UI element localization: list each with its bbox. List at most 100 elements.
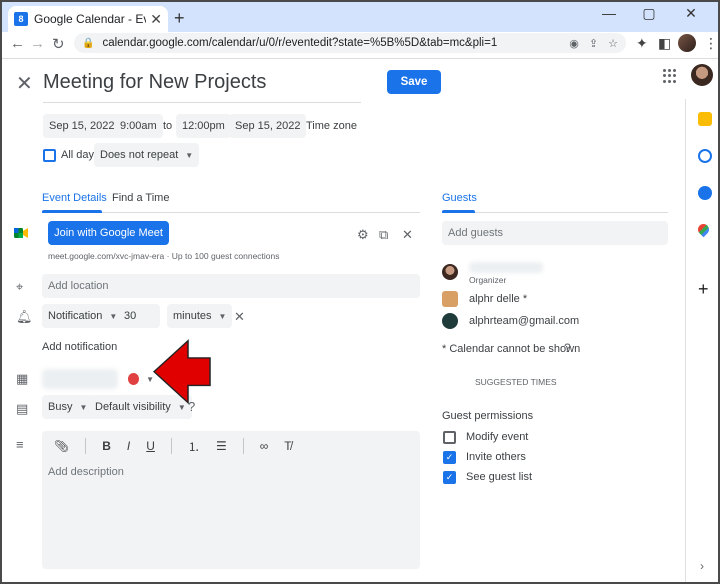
help-icon[interactable]: ? xyxy=(564,341,571,355)
back-arrow-icon[interactable]: ← xyxy=(10,35,25,52)
tab-close-icon[interactable]: ✕ xyxy=(150,11,162,28)
notification-unit-value: minutes xyxy=(173,310,212,322)
add-notification-button[interactable]: Add notification xyxy=(42,341,117,353)
attachment-icon[interactable]: 📎︎ xyxy=(54,439,69,453)
modify-event-checkbox[interactable] xyxy=(443,431,456,444)
red-arrow-annotation xyxy=(152,339,211,405)
guest-permissions-title: Guest permissions xyxy=(442,410,534,422)
calendar-favicon-icon: 8 xyxy=(14,12,28,26)
link-icon[interactable]: ∞ xyxy=(260,439,269,453)
new-tab-button[interactable]: + xyxy=(174,8,185,29)
guests-tab-indicator xyxy=(442,210,475,213)
tab-find-a-time[interactable]: Find a Time xyxy=(112,192,169,204)
repeat-select[interactable]: Does not repeat ▼ xyxy=(94,143,200,167)
remove-meet-close-icon[interactable]: ✕ xyxy=(402,227,413,243)
keep-icon[interactable] xyxy=(698,112,712,126)
organizer-name-blurred xyxy=(469,262,543,273)
tab-title: Google Calendar - Event details xyxy=(34,12,146,26)
contacts-icon[interactable] xyxy=(698,186,712,200)
bold-icon[interactable]: B xyxy=(102,439,111,453)
underline-icon[interactable]: U xyxy=(146,439,155,453)
toolbar-divider xyxy=(170,438,172,454)
star-icon[interactable]: ☆ xyxy=(608,37,618,50)
active-tab-indicator xyxy=(42,210,102,213)
address-bar[interactable]: 🔒 calendar.google.com/calendar/u/0/r/eve… xyxy=(74,33,626,53)
notification-type-value: Notification xyxy=(48,310,103,322)
availability-value: Busy xyxy=(48,401,73,413)
calendar-select-blurred[interactable] xyxy=(42,369,118,389)
clear-formatting-icon[interactable]: T̸ xyxy=(284,439,291,453)
meet-link[interactable]: meet.google.com/xvc-jmav-era · Up to 100… xyxy=(48,251,280,261)
forward-arrow-icon[interactable]: → xyxy=(30,35,45,52)
toolbar-divider xyxy=(242,438,244,454)
url-text: calendar.google.com/calendar/u/0/r/event… xyxy=(102,37,498,49)
browser-toolbar: ← → ↻ 🔒 calendar.google.com/calendar/u/0… xyxy=(2,32,718,56)
description-lines-icon: ≡ xyxy=(16,437,24,452)
join-google-meet-button[interactable]: Join with Google Meet xyxy=(48,221,169,245)
guests-title: Guests xyxy=(442,192,477,204)
description-placeholder: Add description xyxy=(48,466,124,478)
minimize-icon[interactable]: — xyxy=(592,5,626,21)
permission-label: Modify event xyxy=(466,431,529,443)
notification-type-select[interactable]: Notification ▼ xyxy=(42,304,124,328)
dropdown-caret-icon: ▼ xyxy=(109,311,118,321)
toolbar-divider xyxy=(85,438,87,454)
all-day-label: All day xyxy=(61,149,95,161)
end-time-field[interactable]: 12:00pm xyxy=(176,114,231,138)
start-date-field[interactable]: Sep 15, 2022 xyxy=(43,114,121,138)
remove-notification-close-icon[interactable]: ✕ xyxy=(234,309,245,325)
event-title-input[interactable]: Meeting for New Projects xyxy=(43,71,361,103)
apps-grid-icon[interactable] xyxy=(663,69,677,83)
notification-unit-select[interactable]: minutes ▼ xyxy=(167,304,233,328)
more-menu-icon[interactable]: ⋮ xyxy=(704,35,718,52)
permission-label: Invite others xyxy=(466,451,526,463)
organizer-avatar xyxy=(442,264,458,280)
save-button[interactable]: Save xyxy=(387,70,441,94)
suggested-times-button[interactable]: SUGGESTED TIMES xyxy=(475,377,557,387)
all-day-checkbox[interactable] xyxy=(43,149,56,162)
reload-icon[interactable]: ↻ xyxy=(52,35,65,53)
team-avatar xyxy=(442,313,458,329)
tasks-icon[interactable] xyxy=(698,149,712,163)
end-date-field[interactable]: Sep 15, 2022 xyxy=(229,114,307,138)
availability-select[interactable]: Busy ▼ xyxy=(42,395,94,419)
share-icon[interactable]: ⇪ xyxy=(589,37,598,50)
browser-window: 8 Google Calendar - Event details ✕ + — … xyxy=(0,0,720,584)
location-pin-icon: ⌖ xyxy=(16,279,24,294)
browser-tab[interactable]: 8 Google Calendar - Event details ✕ xyxy=(8,6,168,32)
italic-icon[interactable]: I xyxy=(127,439,130,453)
event-edit-page: ✕ Meeting for New Projects Save Sep 15, … xyxy=(2,58,718,582)
bulleted-list-icon[interactable]: ☰ xyxy=(216,439,227,453)
bell-icon: 🔔︎ xyxy=(16,309,33,324)
guest-name: alphr delle * xyxy=(469,293,528,305)
color-swatch xyxy=(128,373,140,385)
location-input[interactable]: Add location xyxy=(42,274,420,298)
add-guests-input[interactable]: Add guests xyxy=(442,221,668,245)
profile-avatar[interactable] xyxy=(678,34,696,52)
guests-divider xyxy=(442,212,668,213)
chevron-right-icon[interactable]: › xyxy=(700,559,704,573)
window-close-icon[interactable]: ✕ xyxy=(674,5,708,22)
to-label: to xyxy=(163,120,173,132)
briefcase-icon: ▤ xyxy=(16,401,29,416)
close-icon[interactable]: ✕ xyxy=(16,71,33,96)
see-guest-list-checkbox[interactable]: ✓ xyxy=(443,471,456,484)
timezone-button[interactable]: Time zone xyxy=(306,120,357,132)
notification-amount-input[interactable]: 30 xyxy=(118,304,160,328)
settings-gear-icon[interactable]: ⚙ xyxy=(357,227,369,243)
numbered-list-icon[interactable]: ⒈ xyxy=(188,438,200,455)
extensions-puzzle-icon[interactable]: ✦ xyxy=(636,35,648,52)
copy-icon[interactable]: ⧉ xyxy=(379,227,388,243)
dropdown-caret-icon: ▼ xyxy=(185,150,194,160)
eye-icon[interactable]: ◉ xyxy=(569,37,579,50)
side-panel-icon[interactable]: ◧ xyxy=(658,35,671,52)
maximize-icon[interactable]: ▢ xyxy=(632,5,666,22)
description-toolbar: 📎︎ B I U ⒈ ☰ ∞ T̸ xyxy=(42,431,420,461)
google-meet-icon xyxy=(14,228,28,238)
account-avatar[interactable] xyxy=(691,64,713,86)
repeat-value: Does not repeat xyxy=(100,149,179,161)
invite-others-checkbox[interactable]: ✓ xyxy=(443,451,456,464)
start-time-field[interactable]: 9:00am xyxy=(114,114,163,138)
add-addon-plus-icon[interactable]: + xyxy=(698,279,709,300)
tab-event-details[interactable]: Event Details xyxy=(42,192,107,204)
